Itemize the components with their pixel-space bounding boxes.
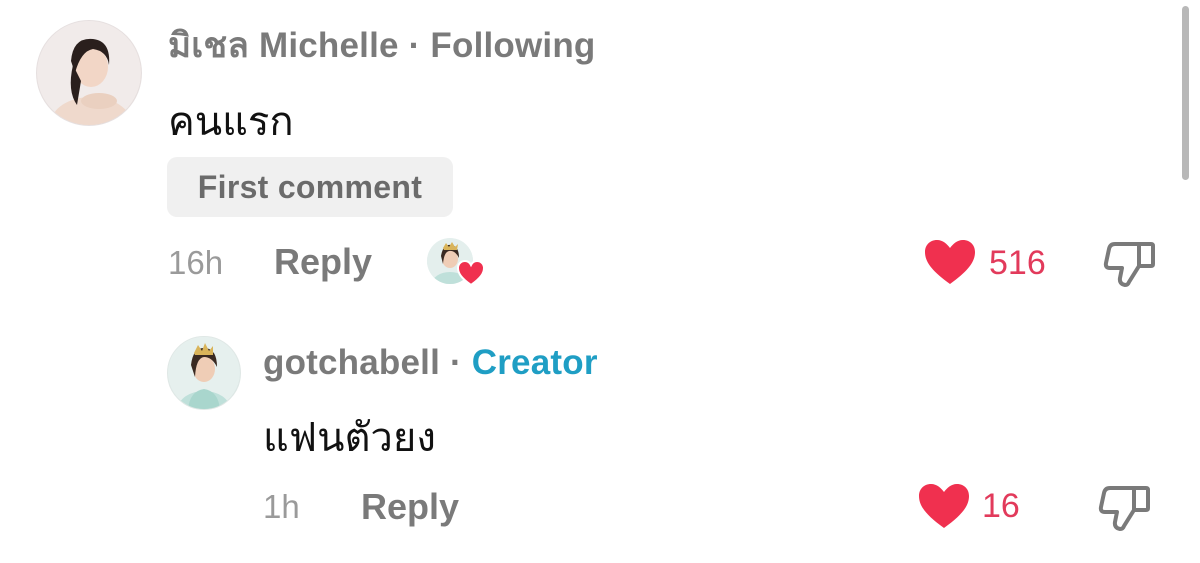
avatar[interactable] [36, 20, 142, 126]
separator: · [449, 343, 462, 382]
like-count: 16 [982, 487, 1020, 525]
heart-icon[interactable] [923, 238, 977, 286]
following-label: Following [430, 26, 596, 65]
thumbs-down-icon[interactable] [1098, 482, 1150, 534]
thumbs-down-icon[interactable] [1103, 238, 1155, 290]
reply-button[interactable]: Reply [361, 486, 459, 528]
separator: · [408, 26, 421, 65]
comment-text: แฟนตัวยง [263, 416, 436, 460]
like-count: 516 [989, 244, 1046, 282]
comment-text: คนแรก [168, 100, 294, 144]
heart-icon [457, 260, 485, 286]
comment-time: 16h [168, 244, 224, 281]
comment-time: 1h [263, 488, 300, 525]
username[interactable]: มิเชล Michelle [168, 26, 399, 65]
comment-header: มิเชล Michelle · Following [168, 24, 596, 68]
creator-liked-badge [427, 238, 487, 288]
scrollbar-thumb[interactable] [1182, 6, 1189, 180]
avatar-photo [168, 337, 240, 409]
comment-header: gotchabell · Creator [263, 341, 598, 385]
translation-chip[interactable]: First comment [167, 157, 453, 217]
username[interactable]: gotchabell [263, 343, 440, 382]
avatar[interactable] [167, 336, 241, 410]
reply-button[interactable]: Reply [274, 241, 372, 283]
translation-label: First comment [197, 168, 423, 205]
creator-label: Creator [471, 343, 598, 382]
avatar-photo [37, 21, 141, 125]
heart-icon[interactable] [917, 482, 971, 530]
